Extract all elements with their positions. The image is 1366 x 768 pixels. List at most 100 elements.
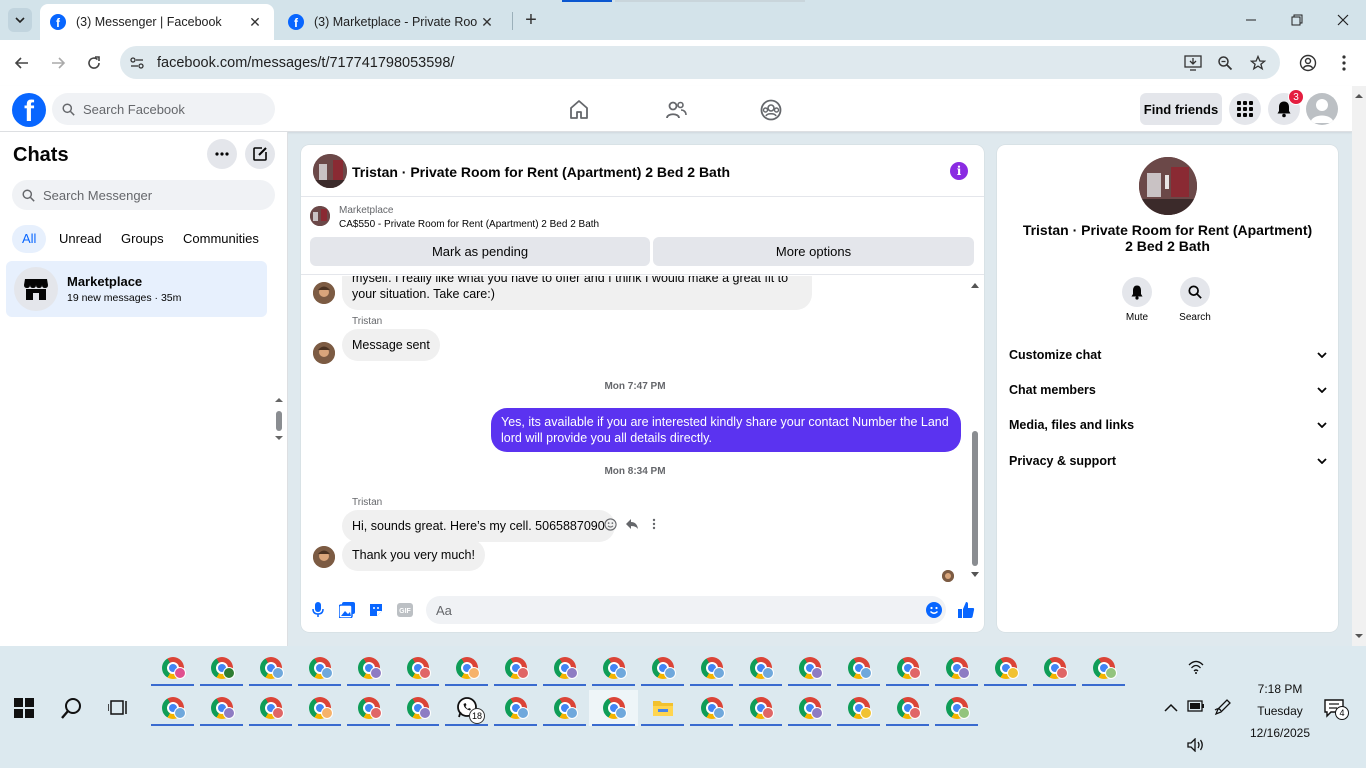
filter-communities[interactable]: Communities bbox=[173, 225, 269, 253]
sidebar-scrollbar[interactable] bbox=[274, 264, 284, 440]
new-message-button[interactable] bbox=[245, 139, 275, 169]
conversation-scrollbar[interactable] bbox=[969, 276, 981, 584]
sticker-icon[interactable] bbox=[367, 601, 385, 619]
mute-action[interactable]: Mute bbox=[1107, 277, 1167, 323]
taskbar-chrome-window[interactable] bbox=[148, 650, 197, 686]
taskbar-chrome-window[interactable] bbox=[540, 650, 589, 686]
chat-list-item[interactable]: Marketplace 19 new messages · 35m bbox=[6, 261, 267, 317]
taskbar-chrome-window[interactable] bbox=[589, 690, 638, 726]
photo-gallery-icon[interactable] bbox=[338, 601, 356, 619]
show-hidden-icons-chevron-icon[interactable] bbox=[1164, 701, 1178, 716]
messenger-search-input[interactable]: Search Messenger bbox=[12, 180, 275, 210]
taskbar-chrome-window[interactable] bbox=[197, 650, 246, 686]
install-app-icon[interactable] bbox=[1184, 54, 1202, 72]
mark-as-pending-button[interactable]: Mark as pending bbox=[310, 237, 650, 266]
taskbar-whatsapp[interactable]: 18 bbox=[442, 690, 491, 726]
conversation-large-avatar[interactable] bbox=[1139, 157, 1197, 215]
taskbar-chrome-window[interactable] bbox=[687, 690, 736, 726]
back-button[interactable] bbox=[10, 52, 34, 74]
more-vertical-icon[interactable] bbox=[647, 517, 661, 531]
facebook-search-input[interactable]: Search Facebook bbox=[52, 93, 275, 125]
profile-icon[interactable] bbox=[1296, 52, 1320, 74]
taskbar-chrome-window[interactable] bbox=[295, 650, 344, 686]
taskbar-chrome-window[interactable] bbox=[932, 650, 981, 686]
listing-description[interactable]: CA$550 - Private Room for Rent (Apartmen… bbox=[339, 219, 599, 230]
listing-thumbnail[interactable] bbox=[310, 206, 330, 226]
browser-menu-icon[interactable] bbox=[1332, 52, 1356, 74]
chat-options-button[interactable] bbox=[207, 139, 237, 169]
friends-icon[interactable] bbox=[664, 98, 688, 122]
close-tab-icon[interactable]: ✕ bbox=[478, 14, 496, 31]
taskbar-chrome-window[interactable] bbox=[295, 690, 344, 726]
gif-icon[interactable]: GIF bbox=[396, 601, 414, 619]
tab-search-dropdown[interactable] bbox=[8, 8, 32, 32]
taskbar-chrome-window[interactable] bbox=[883, 690, 932, 726]
menu-grid-icon[interactable] bbox=[1229, 93, 1261, 125]
more-options-button[interactable]: More options bbox=[653, 237, 974, 266]
taskbar-search-icon[interactable] bbox=[60, 696, 84, 720]
taskbar-file-explorer[interactable] bbox=[638, 690, 687, 726]
taskbar-chrome-window[interactable] bbox=[442, 650, 491, 686]
restore-button[interactable] bbox=[1282, 8, 1312, 32]
taskbar-chrome-window[interactable] bbox=[491, 650, 540, 686]
pen-icon[interactable] bbox=[1214, 698, 1232, 719]
incoming-message[interactable]: myself. I really like what you have to o… bbox=[342, 276, 812, 310]
taskbar-chrome-window[interactable] bbox=[344, 650, 393, 686]
conversation-avatar[interactable] bbox=[313, 154, 347, 188]
taskbar-chrome-window[interactable] bbox=[736, 690, 785, 726]
page-scrollbar[interactable] bbox=[1352, 86, 1366, 646]
tab-marketplace[interactable]: f (3) Marketplace - Private Room ✕ bbox=[278, 4, 506, 40]
react-emoji-icon[interactable] bbox=[603, 517, 617, 531]
tab-messenger[interactable]: f (3) Messenger | Facebook ✕ bbox=[40, 4, 274, 40]
taskbar-chrome-window[interactable] bbox=[540, 690, 589, 726]
groups-icon[interactable] bbox=[759, 98, 783, 122]
taskbar-chrome-window[interactable] bbox=[344, 690, 393, 726]
filter-all[interactable]: All bbox=[12, 225, 47, 253]
address-bar[interactable]: facebook.com/messages/t/717741798053598/ bbox=[120, 46, 1280, 79]
taskbar-chrome-window[interactable] bbox=[687, 650, 736, 686]
taskbar-chrome-window[interactable] bbox=[589, 650, 638, 686]
taskbar-chrome-window[interactable] bbox=[883, 650, 932, 686]
sender-avatar[interactable] bbox=[313, 342, 335, 364]
find-friends-button[interactable]: Find friends bbox=[1140, 93, 1222, 125]
taskbar-chrome-window[interactable] bbox=[197, 690, 246, 726]
emoji-icon[interactable] bbox=[925, 601, 943, 619]
filter-unread[interactable]: Unread bbox=[49, 225, 112, 253]
taskbar-chrome-window[interactable] bbox=[393, 650, 442, 686]
facebook-logo-icon[interactable]: f bbox=[12, 93, 46, 127]
microphone-icon[interactable] bbox=[309, 601, 327, 619]
section-customize-chat[interactable]: Customize chat bbox=[1009, 343, 1327, 367]
new-tab-button[interactable]: + bbox=[520, 9, 542, 31]
sender-avatar[interactable] bbox=[313, 546, 335, 568]
filter-groups[interactable]: Groups bbox=[111, 225, 174, 253]
search-action[interactable]: Search bbox=[1165, 277, 1225, 323]
taskbar-chrome-window[interactable] bbox=[246, 650, 295, 686]
notification-center-icon[interactable]: 4 bbox=[1323, 698, 1349, 720]
incoming-message[interactable]: Message sent bbox=[342, 329, 440, 361]
zoom-icon[interactable] bbox=[1216, 54, 1234, 72]
minimize-button[interactable] bbox=[1236, 8, 1266, 32]
account-avatar[interactable] bbox=[1306, 93, 1338, 125]
task-view-icon[interactable] bbox=[107, 697, 130, 719]
battery-icon[interactable] bbox=[1187, 700, 1205, 715]
sender-avatar[interactable] bbox=[313, 282, 335, 304]
taskbar-chrome-window[interactable] bbox=[834, 690, 883, 726]
taskbar-chrome-window[interactable] bbox=[246, 690, 295, 726]
outgoing-message[interactable]: Yes, its available if you are interested… bbox=[491, 408, 961, 452]
incoming-message[interactable]: Thank you very much! bbox=[342, 539, 485, 571]
forward-button[interactable] bbox=[46, 52, 70, 74]
section-privacy-support[interactable]: Privacy & support bbox=[1009, 449, 1327, 473]
bookmark-star-icon[interactable] bbox=[1249, 54, 1267, 72]
wifi-signal-icon[interactable] bbox=[1188, 660, 1204, 677]
incoming-message[interactable]: Hi, sounds great. Here’s my cell. 506588… bbox=[342, 510, 615, 542]
reload-button[interactable] bbox=[82, 52, 106, 74]
home-icon[interactable] bbox=[567, 98, 591, 122]
section-media-files-links[interactable]: Media, files and links bbox=[1009, 413, 1327, 437]
site-info-icon[interactable] bbox=[128, 54, 146, 72]
taskbar-chrome-window[interactable] bbox=[834, 650, 883, 686]
taskbar-chrome-window[interactable] bbox=[1030, 650, 1079, 686]
taskbar-chrome-window[interactable] bbox=[148, 690, 197, 726]
reply-icon[interactable] bbox=[625, 517, 639, 531]
section-chat-members[interactable]: Chat members bbox=[1009, 378, 1327, 402]
taskbar-chrome-window[interactable] bbox=[491, 690, 540, 726]
